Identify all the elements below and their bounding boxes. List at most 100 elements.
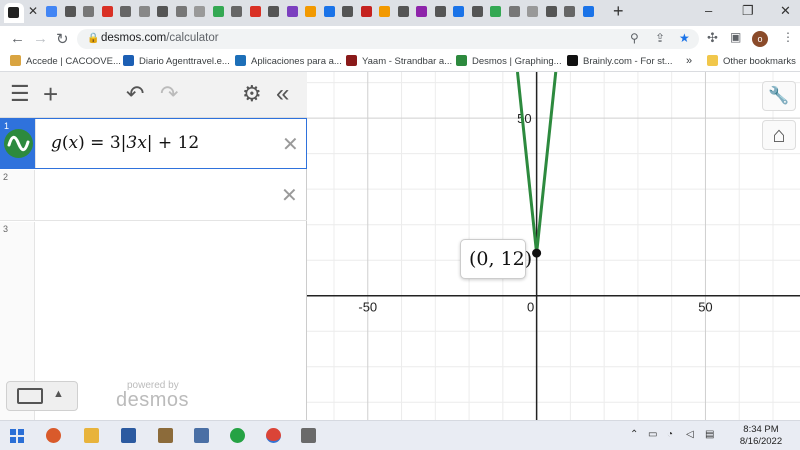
default-viewport-button[interactable]: ⌂ bbox=[762, 120, 796, 150]
tab-favicon-icon[interactable] bbox=[83, 6, 94, 17]
window-close-button[interactable]: ✕ bbox=[780, 3, 791, 19]
tab-favicon-icon[interactable] bbox=[194, 6, 205, 17]
undo-icon[interactable]: ↶ bbox=[126, 82, 144, 106]
bookmark-item[interactable]: Aplicaciones para a... bbox=[235, 55, 342, 69]
tab-favicon-icon[interactable] bbox=[249, 6, 261, 17]
bookmark-star-icon[interactable]: ★ bbox=[679, 31, 690, 45]
volume-icon[interactable]: ◁ bbox=[686, 429, 694, 440]
abs-bar-right: | bbox=[146, 133, 153, 153]
expression-row-2[interactable]: 2 ✕ bbox=[0, 170, 307, 221]
tab-favicon-icon[interactable] bbox=[286, 6, 298, 17]
extensions-icon[interactable]: ✣ bbox=[707, 30, 718, 46]
tab-favicon-icon[interactable] bbox=[231, 6, 242, 17]
graph-paper[interactable]: -50 0 50 50 (0, 12) 🔧 ⌂ bbox=[307, 72, 800, 420]
tab-close-button[interactable]: ✕ bbox=[28, 4, 38, 18]
expression-math[interactable]: g(x) = 3|3x| + 12 bbox=[51, 133, 199, 153]
delete-expression-button[interactable]: ✕ bbox=[282, 132, 299, 157]
tab-favicon-icon[interactable] bbox=[323, 6, 335, 17]
tab-favicon-icon[interactable] bbox=[268, 6, 279, 17]
bookmark-item[interactable]: Accede | CACOOVE... bbox=[10, 55, 121, 69]
bookmarks-bar: Accede | CACOOVE... Diario Agenttravel.e… bbox=[0, 52, 800, 72]
tab-favicon-icon[interactable] bbox=[175, 6, 187, 17]
graph-canvas[interactable]: -50 0 50 50 bbox=[307, 72, 800, 420]
tab-favicon-icon[interactable] bbox=[342, 6, 353, 17]
bookmark-item[interactable]: Yaam - Strandbar a... bbox=[346, 55, 452, 69]
file-app-icon[interactable] bbox=[301, 428, 316, 443]
expression-gutter: 1 bbox=[1, 119, 36, 168]
tab-favicon-icon[interactable] bbox=[101, 6, 113, 17]
bookmark-icon bbox=[346, 55, 357, 66]
profile-avatar[interactable]: o bbox=[752, 31, 768, 47]
tab-favicon-icon[interactable] bbox=[157, 6, 168, 17]
tab-favicon-icon[interactable] bbox=[471, 6, 483, 17]
redo-icon[interactable]: ↷ bbox=[160, 82, 178, 106]
new-tab-button[interactable]: + bbox=[613, 1, 624, 22]
tab-favicon-icon[interactable] bbox=[212, 6, 224, 17]
tab-favicon-icon[interactable] bbox=[453, 6, 464, 17]
tab-favicon-icon[interactable] bbox=[120, 6, 131, 17]
tab-strip: ✕ + – ❐ ✕ bbox=[0, 0, 800, 26]
side-panel-icon[interactable]: ▣ bbox=[730, 30, 741, 44]
tab-favicon-icon[interactable] bbox=[138, 6, 150, 17]
tab-favicon-icon[interactable] bbox=[527, 6, 538, 17]
zoom-icon[interactable]: ⚲ bbox=[630, 31, 639, 45]
expression-row-1[interactable]: 1 g(x) = 3|3x| + 12 ✕ bbox=[0, 118, 307, 169]
video-app-icon[interactable] bbox=[121, 428, 136, 443]
tab-favicon-icon[interactable] bbox=[305, 6, 316, 17]
other-bookmarks-folder[interactable]: Other bookmarks bbox=[707, 55, 796, 69]
tray-overflow-icon[interactable]: ⌃ bbox=[630, 429, 638, 440]
graph-color-toggle[interactable] bbox=[4, 129, 33, 158]
url-path: /calculator bbox=[166, 32, 219, 44]
collapse-panel-icon[interactable]: « bbox=[276, 82, 289, 106]
paint-icon[interactable] bbox=[158, 428, 173, 443]
calculator-icon[interactable] bbox=[194, 428, 209, 443]
maximize-button[interactable]: ❐ bbox=[742, 3, 754, 19]
delete-expression-button[interactable]: ✕ bbox=[281, 183, 298, 208]
wifi-icon[interactable]: ◔ bbox=[667, 429, 673, 440]
graph-settings-button[interactable]: 🔧 bbox=[762, 81, 796, 111]
tab-favicon-icon[interactable] bbox=[508, 6, 520, 17]
tab-favicon-icon[interactable] bbox=[379, 6, 390, 17]
address-bar[interactable]: 🔒 desmos.com/calculator ⚲ ⇪ ★ bbox=[77, 29, 699, 49]
reload-icon[interactable]: ↻ bbox=[56, 30, 69, 48]
bookmarks-overflow-button[interactable]: » bbox=[686, 55, 692, 69]
bookmark-item[interactable]: Desmos | Graphing... bbox=[456, 55, 562, 69]
tab-favicon-icon[interactable] bbox=[397, 6, 409, 17]
back-icon[interactable]: ← bbox=[10, 30, 25, 47]
active-tab[interactable] bbox=[4, 3, 24, 23]
battery-icon[interactable]: ▭ bbox=[648, 429, 657, 440]
browser-menu-icon[interactable]: ⋮ bbox=[782, 30, 794, 44]
tab-favicon-icon[interactable] bbox=[564, 6, 575, 17]
vertex-point[interactable] bbox=[532, 248, 542, 258]
keypad-toggle-button[interactable]: ▲ bbox=[6, 381, 78, 411]
file-explorer-icon[interactable] bbox=[84, 428, 99, 443]
windows-start-icon[interactable] bbox=[10, 429, 24, 443]
tab-favicon-icon[interactable] bbox=[490, 6, 501, 17]
abs-argument: 3x bbox=[126, 133, 147, 153]
tab-favicon-icon[interactable] bbox=[582, 6, 594, 17]
lock-icon: 🔒 bbox=[87, 33, 100, 44]
tab-favicon-icon bbox=[8, 7, 19, 18]
firefox-icon[interactable] bbox=[46, 428, 61, 443]
settings-icon[interactable]: ⚙ bbox=[242, 82, 262, 106]
system-clock[interactable]: 8:34 PM 8/16/2022 bbox=[726, 424, 796, 448]
network-icon[interactable]: ▤ bbox=[705, 429, 714, 440]
tab-favicon-icon[interactable] bbox=[46, 6, 57, 17]
share-icon[interactable]: ⇪ bbox=[655, 31, 665, 45]
desmos-logo: desmos bbox=[116, 389, 190, 411]
bookmark-item[interactable]: Diario Agenttravel.e... bbox=[123, 55, 230, 69]
tab-favicon-icon[interactable] bbox=[434, 6, 446, 17]
forward-icon[interactable]: → bbox=[33, 30, 48, 47]
bookmark-item[interactable]: Brainly.com - For st... bbox=[567, 55, 673, 69]
tab-favicon-icon[interactable] bbox=[64, 6, 76, 17]
bookmark-label: Desmos | Graphing... bbox=[472, 56, 562, 67]
minimize-button[interactable]: – bbox=[705, 3, 712, 18]
tab-favicon-icon[interactable] bbox=[360, 6, 372, 17]
tab-favicon-icon[interactable] bbox=[416, 6, 427, 17]
menu-icon[interactable]: ☰ bbox=[10, 82, 30, 106]
upwork-icon[interactable] bbox=[230, 428, 245, 443]
tab-favicon-icon[interactable] bbox=[545, 6, 557, 17]
add-expression-button[interactable]: + bbox=[43, 81, 58, 107]
chrome-icon[interactable] bbox=[266, 428, 281, 443]
expression-constant: + 12 bbox=[157, 133, 200, 153]
